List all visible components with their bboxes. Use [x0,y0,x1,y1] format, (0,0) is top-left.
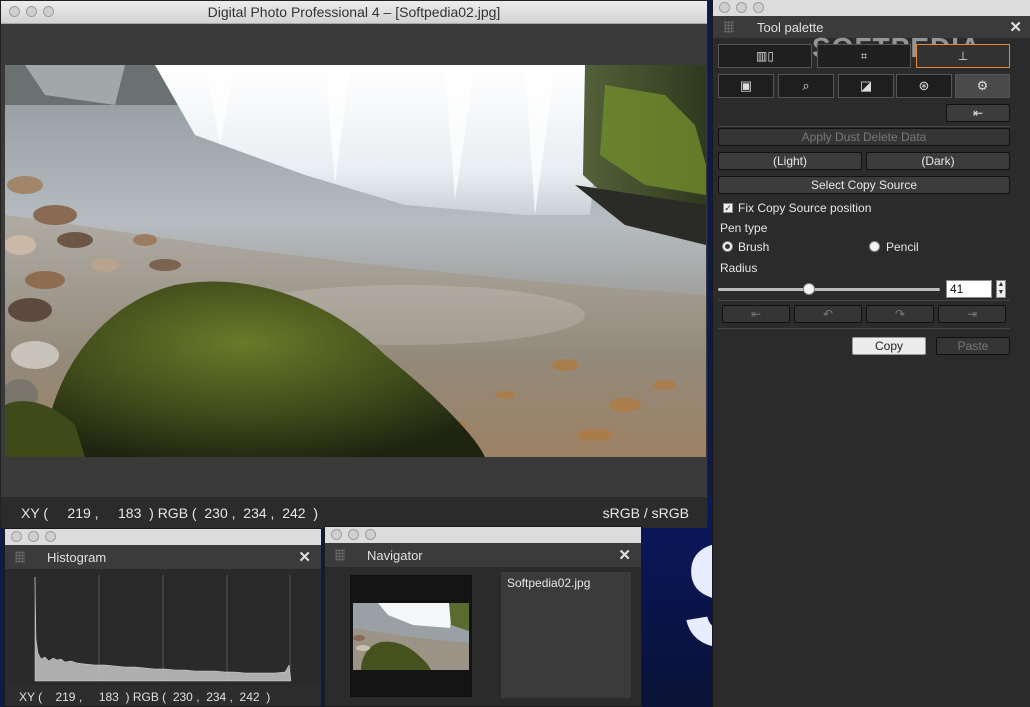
stamp-tool-button[interactable]: ⊥ [916,44,1010,68]
histogram-xy-readout: XY ( 219 , 183 ) RGB ( 230 , 234 , 242 ) [19,690,271,704]
histogram-zoom-dot[interactable] [45,531,56,542]
radius-label: Radius [720,261,758,275]
magnify-icon: ⌕ [802,78,810,93]
gear-icon: ⚙ [976,78,989,93]
drag-grip-icon[interactable] [335,549,345,561]
fix-copy-source-label: Fix Copy Source position [738,201,872,215]
select-copy-source-button[interactable]: Select Copy Source [718,176,1010,194]
auto-dust-dark-button[interactable]: (Dark) [866,152,1010,170]
apply-dust-delete-button[interactable]: Apply Dust Delete Data [718,128,1010,146]
color-space-readout: sRGB / sRGB [602,505,689,521]
fix-copy-source-checkbox[interactable]: ✓ [723,203,733,213]
reset-button[interactable]: ⇤ [946,104,1010,122]
radius-stepper[interactable]: ▲ ▼ [996,280,1006,298]
navigator-minimize-dot[interactable] [348,529,359,540]
divider [718,300,1010,301]
divider [718,126,1010,127]
tab-basic-adjustment[interactable]: ▣ [718,74,774,98]
palette-minimize-dot[interactable] [736,2,747,13]
close-histogram-icon[interactable]: ✕ [298,548,311,566]
stamp-icon: ⊥ [957,49,969,63]
histogram-plot [5,569,321,685]
drag-grip-icon[interactable] [15,551,25,563]
copy-button[interactable]: Copy [852,337,926,355]
brush-radio[interactable] [722,241,733,252]
histogram-minimize-dot[interactable] [28,531,39,542]
close-navigator-icon[interactable]: ✕ [618,546,631,564]
main-window-title: Digital Photo Professional 4 – [Softpedi… [207,4,501,20]
pencil-label: Pencil [886,240,919,254]
palette-zoom-dot[interactable] [753,2,764,13]
navigator-zoom-dot[interactable] [365,529,376,540]
curve-icon: ◪ [859,78,873,93]
rgb-image-adjustment-tool-button[interactable]: ▥▯ [718,44,812,68]
divider [718,328,1010,329]
tool-palette-titlebar[interactable] [713,0,1030,16]
undo-icon: ↶ [822,307,834,321]
navigator-title: Navigator [367,548,423,563]
histogram-window-controls [11,531,56,542]
image-status-bar: XY ( 219 , 183 ) RGB ( 230 , 234 , 242 )… [1,497,707,528]
redo-button[interactable]: ↷ [866,305,934,323]
tab-detail[interactable]: ⌕ [778,74,834,98]
auto-dust-light-button[interactable]: (Light) [718,152,862,170]
palette-close-dot[interactable] [719,2,730,13]
histogram-titlebar[interactable] [5,529,321,545]
navigator-window: Navigator ✕ Softpedia02.jpg [324,526,642,707]
radius-slider-track[interactable] [718,288,940,291]
tab-color[interactable]: ⊛ [896,74,952,98]
undo-button[interactable]: ↶ [794,305,862,323]
histogram-window: Histogram ✕ XY ( 219 , 183 ) RGB ( 230 ,… [4,528,322,707]
gradient-icon: ▣ [739,78,753,93]
close-palette-icon[interactable]: ✕ [1009,18,1022,36]
pen-type-label: Pen type [720,221,768,235]
cursor-xy-rgb-readout: XY ( 219 , 183 ) RGB ( 230 , 234 , 242 ) [21,505,319,521]
histogram-title: Histogram [47,550,107,565]
crop-icon: ⌗ [860,49,868,63]
filmstrip-icon: ▥▯ [756,49,774,63]
radius-slider-knob[interactable] [803,283,816,295]
redo-last-button[interactable]: ⇥ [938,305,1006,323]
edited-photo[interactable] [5,65,706,457]
main-image-window: Digital Photo Professional 4 – [Softpedi… [0,0,708,528]
redo-icon: ↷ [894,307,906,321]
navigator-window-controls [331,529,376,540]
histogram-header: Histogram ✕ [5,545,321,569]
brush-label: Brush [738,240,770,254]
radius-value-input[interactable]: 41 [946,280,992,298]
navigator-file-list: Softpedia02.jpg [501,572,631,698]
undo-arrow-icon: ⇤ [972,106,984,120]
navigator-titlebar[interactable] [325,527,641,543]
tab-tone-curve[interactable]: ◪ [838,74,894,98]
palette-window-controls [719,2,764,13]
navigator-close-dot[interactable] [331,529,342,540]
pencil-radio[interactable] [869,241,880,252]
navigator-thumbnail[interactable] [353,603,469,670]
trimming-tool-button[interactable]: ⌗ [817,44,911,68]
fast-forward-icon: ⇥ [966,307,978,321]
histogram-close-dot[interactable] [11,531,22,542]
drag-grip-icon[interactable] [724,21,734,33]
color-wheel-icon: ⊛ [918,78,930,93]
tab-settings[interactable]: ⚙ [955,74,1010,98]
main-titlebar[interactable]: Digital Photo Professional 4 – [Softpedi… [1,1,707,24]
navigator-filename: Softpedia02.jpg [507,576,591,590]
rewind-icon: ⇤ [750,307,762,321]
undo-first-button[interactable]: ⇤ [722,305,790,323]
paste-button[interactable]: Paste [936,337,1010,355]
navigator-thumbnail-frame[interactable] [350,575,472,697]
navigator-header: Navigator ✕ [325,543,641,567]
